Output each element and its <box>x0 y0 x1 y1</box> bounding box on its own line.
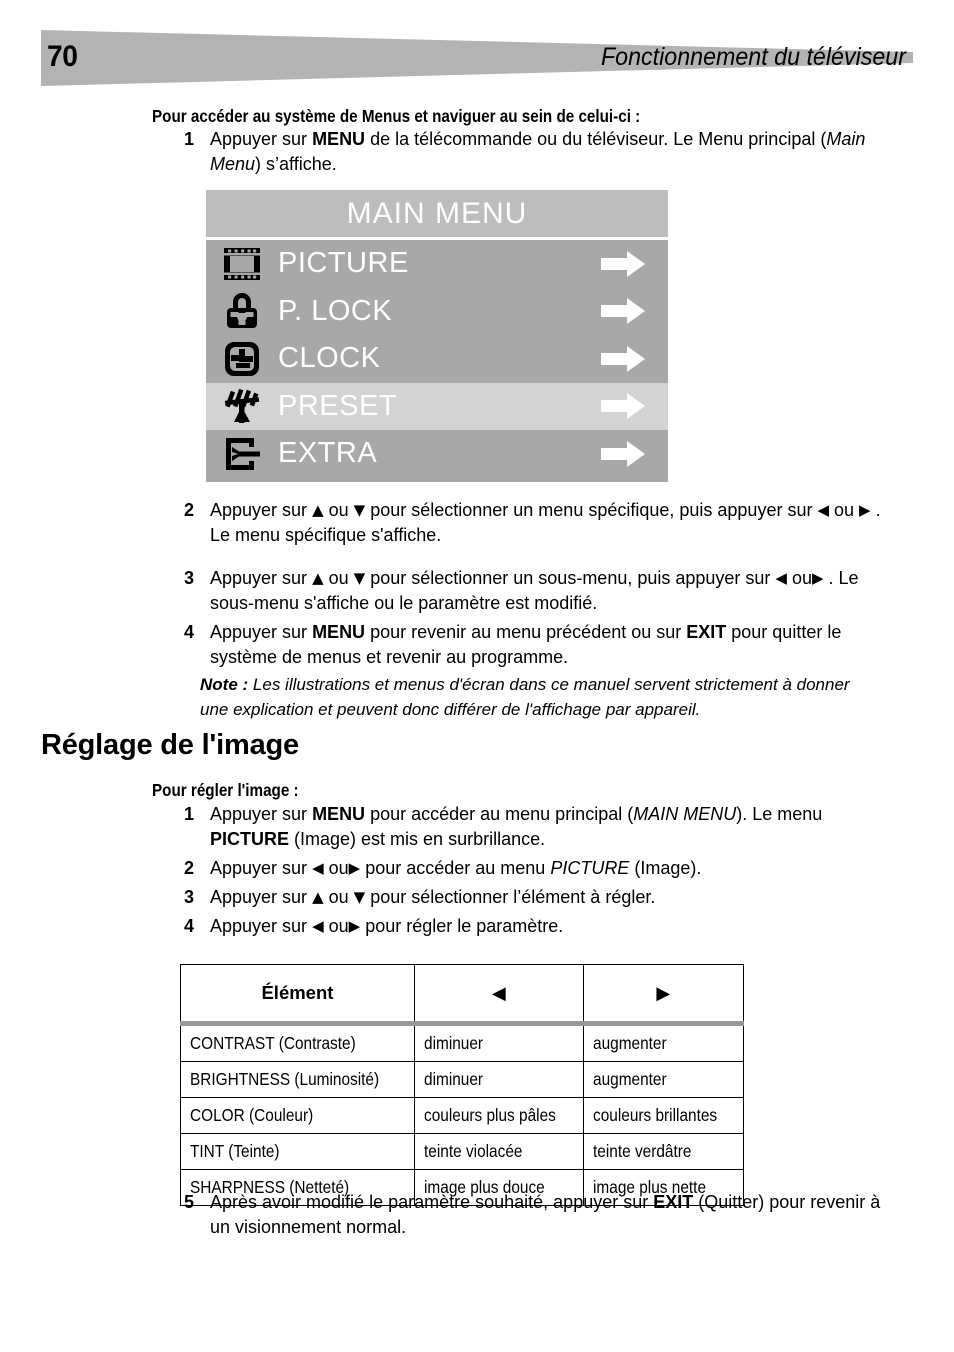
direction-arrow-glyph: ◀ <box>775 569 787 587</box>
osd-item-picture[interactable]: PICTURE <box>206 240 668 288</box>
osd-item-label: PICTURE <box>278 247 409 280</box>
table-header-right-arrow: ▶ <box>582 964 744 1026</box>
step-text: Après avoir modifié le paramètre souhait… <box>210 1192 881 1237</box>
table-cell-element: BRIGHTNESS (Luminosité) <box>180 1061 415 1098</box>
step-text: Appuyer sur ▲ ou ▼ pour sélectionner un … <box>210 500 881 545</box>
direction-arrow-glyph: ▼ <box>353 501 366 519</box>
table-cell-increase: augmenter <box>582 1023 744 1062</box>
osd-title-label: MAIN MENU <box>346 196 528 230</box>
step-number: 5 <box>183 1192 194 1212</box>
note-label: Note : <box>200 675 249 694</box>
direction-arrow-glyph: ▶ <box>348 917 361 935</box>
step-text: Appuyer sur ◀ ou▶ pour accéder au menu P… <box>210 858 702 878</box>
direction-arrow-glyph: ▲ <box>312 569 324 587</box>
wrench-box-icon <box>206 436 278 472</box>
intro-step-1: 1 Appuyer sur MENU de la télécommande ou… <box>172 127 872 177</box>
step-number: 3 <box>183 887 194 907</box>
osd-item-label: EXTRA <box>278 437 378 470</box>
intro-lead-in: Pour accéder au système de Menus et navi… <box>152 106 641 126</box>
step-number: 3 <box>183 568 194 588</box>
step-text: Appuyer sur ▲ ou ▼ pour sélectionner l’é… <box>210 887 656 907</box>
osd-item-extra[interactable]: EXTRA <box>206 430 668 478</box>
osd-item-label: CLOCK <box>278 342 381 375</box>
right-arrow-icon <box>578 393 668 420</box>
table-body: CONTRAST (Contraste) diminuer augmenter … <box>180 1023 744 1206</box>
intro-note: Note : Les illustrations et menus d'écra… <box>200 672 850 722</box>
step-number: 1 <box>183 129 194 149</box>
table-row: COLOR (Couleur) couleurs plus pâles coul… <box>180 1097 744 1134</box>
step-text: Appuyer sur ▲ ou ▼ pour sélectionner un … <box>210 568 859 613</box>
table-row: CONTRAST (Contraste) diminuer augmenter <box>180 1023 744 1062</box>
section-step-1: 1 Appuyer sur MENU pour accéder au menu … <box>172 802 882 852</box>
direction-arrow-glyph: ▶ <box>348 859 361 877</box>
antenna-icon <box>206 388 278 424</box>
direction-arrow-glyph: ▲ <box>312 888 324 906</box>
osd-item-label: PRESET <box>278 389 398 422</box>
section-step-2: 2 Appuyer sur ◀ ou▶ pour accéder au menu… <box>172 856 882 881</box>
osd-item-clock[interactable]: CLOCK <box>206 335 668 383</box>
table-row: TINT (Teinte) teinte violacée teinte ver… <box>180 1133 744 1170</box>
osd-item-p-lock[interactable]: P. LOCK <box>206 288 668 336</box>
right-arrow-icon <box>578 298 668 325</box>
note-text: Les illustrations et menus d'écran dans … <box>200 675 850 719</box>
osd-item-preset[interactable]: PRESET <box>206 382 668 430</box>
right-arrow-icon <box>578 345 668 372</box>
direction-arrow-glyph: ▶ <box>812 569 824 587</box>
step-text: Appuyer sur MENU pour accéder au menu pr… <box>210 804 823 849</box>
table-cell-increase: augmenter <box>582 1061 744 1098</box>
direction-arrow-glyph: ◀ <box>312 917 324 935</box>
picture-settings-table: Élément ◀ ▶ CONTRAST (Contraste) diminue… <box>180 964 744 1206</box>
page-number: 70 <box>47 40 78 73</box>
header-title: Fonctionnement du téléviseur <box>600 43 906 71</box>
direction-arrow-glyph: ◀ <box>312 859 324 877</box>
osd-item-label: P. LOCK <box>278 294 393 327</box>
right-arrow-icon <box>578 440 668 467</box>
table-header-row: Élément ◀ ▶ <box>180 964 744 1026</box>
direction-arrow-glyph: ▶ <box>859 501 871 519</box>
padlock-icon <box>206 293 278 329</box>
step-number: 1 <box>183 804 194 824</box>
table-cell-element: COLOR (Couleur) <box>180 1097 415 1134</box>
page-header: 70 Fonctionnement du téléviseur <box>0 0 954 100</box>
table-cell-increase: teinte verdâtre <box>582 1133 744 1170</box>
section-step-4: 4 Appuyer sur ◀ ou▶ pour régler le param… <box>172 914 882 939</box>
direction-arrow-glyph: ◀ <box>817 501 830 519</box>
table-cell-decrease: diminuer <box>413 1061 584 1098</box>
table-header-left-arrow: ◀ <box>413 964 584 1026</box>
right-arrow-icon <box>578 250 668 277</box>
clock-icon <box>206 341 278 377</box>
intro-step-2: 2 Appuyer sur ▲ ou ▼ pour sélectionner u… <box>172 498 882 548</box>
table-cell-decrease: diminuer <box>413 1023 584 1062</box>
direction-arrow-glyph: ▲ <box>312 501 324 519</box>
table-cell-element: CONTRAST (Contraste) <box>180 1023 415 1062</box>
intro-step-3: 3 Appuyer sur ▲ ou ▼ pour sélectionner u… <box>172 566 882 616</box>
film-strip-icon <box>206 247 278 281</box>
intro-step-4: 4 Appuyer sur MENU pour revenir au menu … <box>172 620 852 670</box>
section-step-5: 5 Après avoir modifié le paramètre souha… <box>172 1190 882 1240</box>
table-cell-element: TINT (Teinte) <box>180 1133 415 1170</box>
step-number: 4 <box>183 916 194 936</box>
direction-arrow-glyph: ▼ <box>353 888 366 906</box>
step-number: 2 <box>183 858 194 878</box>
osd-title-bar: MAIN MENU <box>206 190 668 240</box>
step-text: Appuyer sur MENU de la télécommande ou d… <box>210 129 866 174</box>
table-header-element: Élément <box>180 964 415 1026</box>
step-text: Appuyer sur ◀ ou▶ pour régler le paramèt… <box>210 916 564 936</box>
table-row: BRIGHTNESS (Luminosité) diminuer augment… <box>180 1061 744 1098</box>
section-heading: Réglage de l'image <box>41 729 299 761</box>
table-cell-decrease: teinte violacée <box>413 1133 584 1170</box>
step-text: Appuyer sur MENU pour revenir au menu pr… <box>210 622 842 667</box>
table-cell-decrease: couleurs plus pâles <box>413 1097 584 1134</box>
osd-main-menu: MAIN MENU PICTURE P. LOCK CLOCK PRESET E… <box>206 190 668 482</box>
step-number: 2 <box>183 500 194 520</box>
section-step-3: 3 Appuyer sur ▲ ou ▼ pour sélectionner l… <box>172 885 882 910</box>
step-number: 4 <box>183 622 194 642</box>
direction-arrow-glyph: ▼ <box>353 569 366 587</box>
section-lead-in: Pour régler l'image : <box>152 780 299 800</box>
table-cell-increase: couleurs brillantes <box>582 1097 744 1134</box>
